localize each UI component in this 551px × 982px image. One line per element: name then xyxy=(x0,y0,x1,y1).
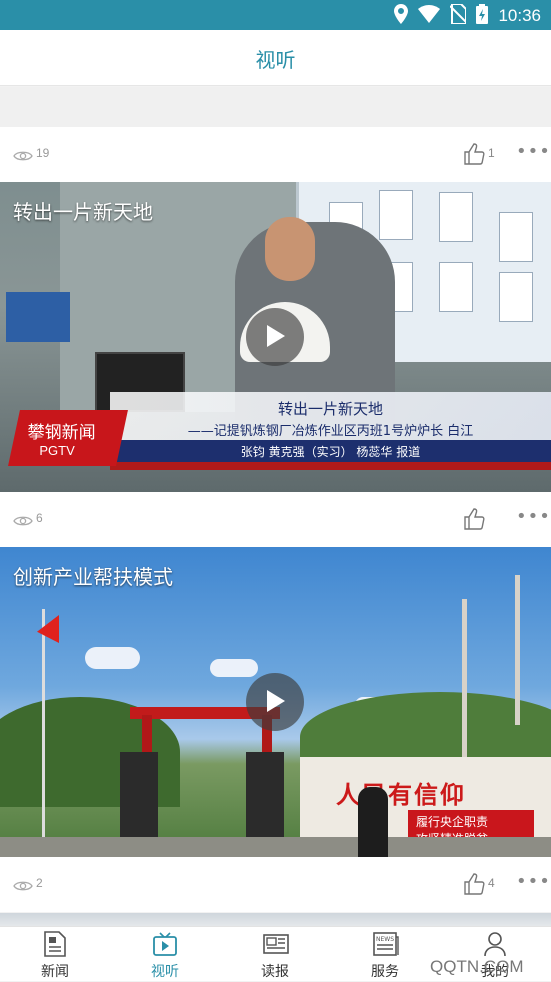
battery-icon xyxy=(476,4,489,28)
news-icon xyxy=(43,931,67,961)
blue-sign xyxy=(6,292,70,342)
play-button[interactable] xyxy=(246,308,304,366)
newspaper-icon xyxy=(263,931,289,961)
more-options-icon[interactable]: ••• xyxy=(516,506,551,527)
nav-item-video[interactable]: 视听 xyxy=(110,927,220,982)
nav-label: 读报 xyxy=(261,964,289,980)
ground xyxy=(0,837,551,857)
video-title: 创新产业帮扶模式 xyxy=(13,565,173,589)
like-count: 4 xyxy=(488,876,495,890)
views-eye-icon xyxy=(13,147,33,166)
caption-headline: 转出一片新天地 xyxy=(277,400,383,418)
play-icon xyxy=(267,325,285,347)
banner-text-1: 履行央企职责 xyxy=(416,815,489,829)
nav-label: 视听 xyxy=(151,964,179,980)
like-thumb-icon[interactable] xyxy=(463,508,485,534)
card-meta-1: 19 1 ••• xyxy=(0,127,551,182)
caption-credit-bar: 张钧 黄克强（实习） 杨蕊华 报道 xyxy=(110,440,551,462)
flagpole xyxy=(42,609,45,839)
card-meta-2: 6 ••• xyxy=(0,492,551,547)
svg-text:NEWS: NEWS xyxy=(376,936,394,943)
service-icon: NEWS xyxy=(373,931,399,961)
nav-item-service[interactable]: NEWS 服务 xyxy=(330,927,440,982)
cloud xyxy=(210,659,258,677)
pgtv-logo: 攀钢新闻 PGTV xyxy=(8,410,128,466)
red-strip xyxy=(110,462,551,470)
location-icon xyxy=(394,4,409,28)
like-count: 1 xyxy=(488,146,495,160)
wifi-icon xyxy=(418,5,441,27)
play-button[interactable] xyxy=(246,673,304,731)
person-figure xyxy=(358,787,388,857)
watermark: QQTN.COM xyxy=(430,957,524,976)
utility-pole xyxy=(515,575,520,725)
nav-item-news[interactable]: 新闻 xyxy=(0,927,110,982)
cloud xyxy=(85,647,140,669)
more-options-icon[interactable]: ••• xyxy=(516,871,551,892)
logo-subtext: PGTV xyxy=(39,443,75,458)
page-title: 视听 xyxy=(255,48,296,72)
video-thumbnail-2[interactable]: 人民有信仰 履行央企职责 攻坚精准脱贫 创新产业帮扶模式 xyxy=(0,547,551,857)
no-sim-icon xyxy=(449,3,468,28)
video-icon xyxy=(153,931,177,961)
views-eye-icon xyxy=(13,512,33,531)
views-eye-icon xyxy=(13,877,33,896)
view-count: 19 xyxy=(36,146,50,160)
play-icon xyxy=(267,690,285,712)
status-bar: 10:36 xyxy=(0,0,551,30)
gate-door xyxy=(120,752,158,837)
video-title: 转出一片新天地 xyxy=(13,200,153,224)
card-meta-3: 2 4 ••• xyxy=(0,857,551,912)
view-count: 2 xyxy=(36,876,43,890)
caption-subhead: ——记提钒炼钢厂冶炼作业区丙班1号炉炉长 白江 xyxy=(187,424,474,439)
more-options-icon[interactable]: ••• xyxy=(516,141,551,162)
like-thumb-icon[interactable] xyxy=(463,873,485,899)
worker-head xyxy=(265,217,315,281)
like-thumb-icon[interactable] xyxy=(463,143,485,169)
nav-label: 服务 xyxy=(371,964,399,980)
gate-door xyxy=(246,752,284,837)
spacer xyxy=(0,87,551,127)
next-video-thumbnail[interactable] xyxy=(0,913,551,927)
video-thumbnail-1[interactable]: 转出一片新天地 ——记提钒炼钢厂冶炼作业区丙班1号炉炉长 白江 张钧 黄克强（实… xyxy=(0,182,551,492)
utility-pole xyxy=(462,599,467,759)
wall-slogan: 人民有信仰 xyxy=(336,781,466,809)
view-count: 6 xyxy=(36,511,43,525)
nav-label: 新闻 xyxy=(41,964,69,980)
top-bar: 视听 xyxy=(0,30,551,86)
caption-credits: 张钧 黄克强（实习） 杨蕊华 报道 xyxy=(240,445,421,459)
logo-text: 攀钢新闻 xyxy=(27,423,96,443)
nav-item-newspaper[interactable]: 读报 xyxy=(220,927,330,982)
status-time: 10:36 xyxy=(498,6,541,25)
